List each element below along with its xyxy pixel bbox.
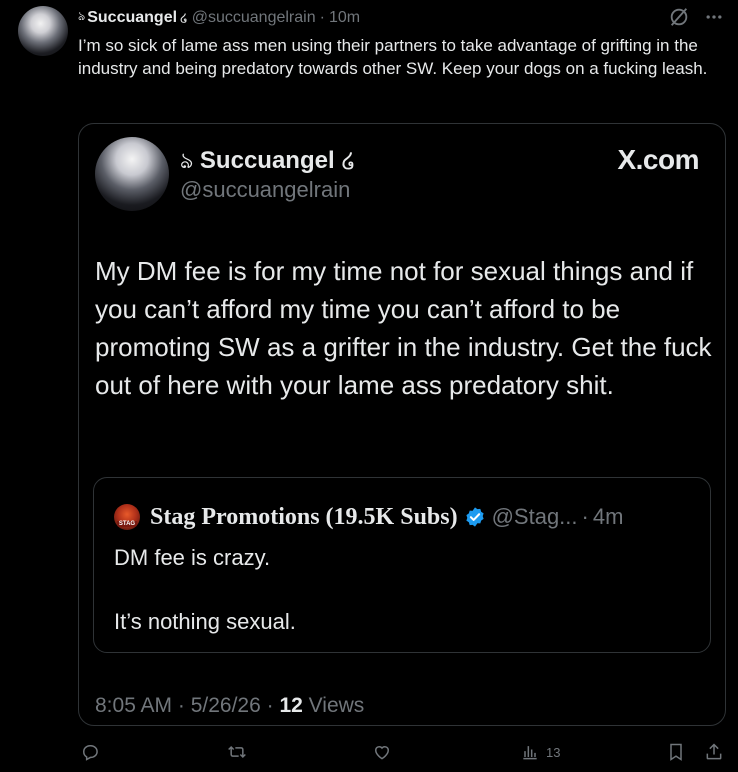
card-meta-time: 8:05 AM · 5/26/26 ·	[95, 694, 274, 717]
views-icon	[520, 742, 540, 762]
name-prefix-glyph: ঌ	[78, 9, 86, 23]
reply-icon	[80, 742, 100, 762]
card-views-count: 12	[279, 694, 303, 717]
quoted-post: STAG Stag Promotions (19.5K Subs) @Stag.…	[93, 477, 711, 653]
display-name[interactable]: Succuangel	[87, 9, 177, 27]
heart-icon	[372, 742, 392, 762]
action-bar: 13	[78, 742, 728, 764]
card-avatar	[95, 137, 169, 211]
tweet-header: ঌ Succuangel ໒ @succuangelrain · 10m	[78, 8, 360, 28]
grok-icon[interactable]	[668, 6, 690, 28]
card-text: My DM fee is for my time not for sexual …	[95, 256, 712, 400]
quote-timestamp: 4m	[592, 504, 624, 529]
card-handle: @succuangelrain	[180, 177, 351, 202]
bookmark-icon	[666, 742, 686, 762]
views-button[interactable]: 13	[520, 742, 560, 762]
share-icon	[704, 742, 724, 762]
quote-text: DM fee is crazy. It’s nothing sexual.	[114, 542, 694, 638]
quote-display-name: Stag Promotions (19.5K Subs)	[150, 503, 458, 530]
repost-button[interactable]	[226, 742, 248, 762]
tweet-text: I’m so sick of lame ass men using their …	[78, 36, 708, 78]
card-meta: 8:05 AM · 5/26/26 · 12 Views	[95, 694, 364, 718]
handle[interactable]: @succuangelrain	[192, 9, 316, 27]
bookmark-button[interactable]	[666, 742, 686, 762]
name-suffix-glyph: ໒	[180, 11, 188, 25]
reply-button[interactable]	[80, 742, 100, 762]
quote-line-2: It’s nothing sexual.	[114, 609, 296, 634]
share-button[interactable]	[704, 742, 724, 762]
card-display-name: ঌ Succuangel ໒	[180, 144, 355, 181]
card-name-suffix-glyph: ໒	[341, 148, 356, 173]
stag-logo-icon: STAG	[114, 504, 140, 530]
tweet-avatar[interactable]	[18, 6, 68, 56]
x-com-brand: X.com	[617, 144, 699, 175]
views-count: 13	[546, 744, 561, 760]
separator: ·	[319, 9, 325, 26]
timestamp[interactable]: 10m	[329, 9, 360, 27]
top-icons	[668, 6, 724, 28]
card-name-text: Succuangel	[199, 147, 335, 174]
embedded-post-card[interactable]: ঌ Succuangel ໒ @succuangelrain X.com My …	[78, 123, 726, 726]
card-views-label: Views	[308, 694, 365, 717]
stag-logo-text: STAG	[116, 521, 138, 527]
repost-icon	[226, 742, 248, 762]
card-name-prefix-glyph: ঌ	[180, 148, 194, 173]
quote-separator: ·	[581, 504, 589, 529]
like-button[interactable]	[372, 742, 392, 762]
quote-header: STAG Stag Promotions (19.5K Subs) @Stag.…	[114, 502, 623, 532]
quote-handle: @Stag...	[491, 504, 578, 529]
verified-badge-icon	[464, 506, 486, 528]
quote-line-1: DM fee is crazy.	[114, 545, 271, 570]
more-icon[interactable]	[704, 7, 724, 27]
